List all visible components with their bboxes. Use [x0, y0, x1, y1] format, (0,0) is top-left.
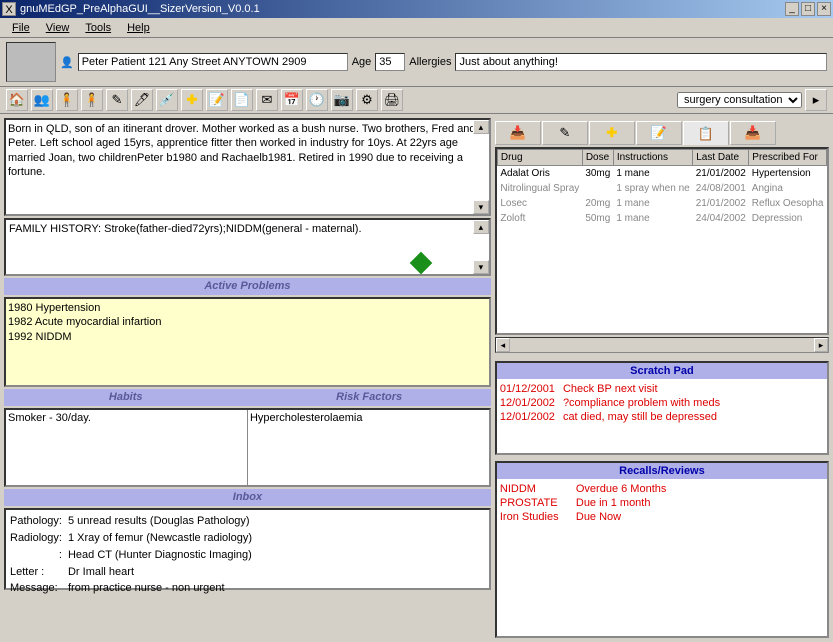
close-button[interactable]: × [817, 2, 831, 16]
letter-icon[interactable]: 📄 [231, 89, 253, 111]
menubar: File View Tools Help [0, 18, 833, 38]
patient-photo [6, 42, 56, 82]
active-problems-panel: 1980 Hypertension 1982 Acute myocardial … [4, 297, 491, 387]
tab-download-icon[interactable]: 📥 [730, 121, 776, 145]
table-row: Nitrolingual Spray1 spray when ne24/08/2… [497, 181, 826, 196]
pencil-icon[interactable]: 🖊 [131, 89, 153, 111]
age-label: Age [352, 56, 372, 68]
minimize-button[interactable]: _ [785, 2, 799, 16]
drug-table: Drug Dose Instructions Last Date Prescri… [495, 147, 829, 335]
list-item: PROSTATEDue in 1 month [500, 496, 675, 510]
menu-tools[interactable]: Tools [77, 20, 119, 36]
window-title: gnuMEdGP_PreAlphaGUI__SizerVersion_V0.0.… [20, 3, 260, 15]
dropdown-go-icon[interactable]: ▸ [805, 89, 827, 111]
table-row: Losec20mg1 mane21/01/2002Reflux Oesopha [497, 196, 826, 211]
person1-icon[interactable]: 🧍 [56, 89, 78, 111]
cross-icon[interactable]: ✚ [181, 89, 203, 111]
list-item: Iron StudiesDue Now [500, 510, 675, 524]
table-row: Zoloft50mg1 mane24/04/2002Depression [497, 211, 826, 226]
allergies-label: Allergies [409, 56, 451, 68]
age-input[interactable] [375, 53, 405, 71]
camera-icon[interactable]: 📷 [331, 89, 353, 111]
maximize-button[interactable]: □ [801, 2, 815, 16]
recall-header: Recalls/Reviews [497, 463, 827, 479]
summary-panel: Born in QLD, son of an itinerant drover.… [4, 118, 491, 216]
scroll-down-icon[interactable]: ▾ [473, 260, 489, 274]
inbox-panel: Pathology:5 unread results (Douglas Path… [4, 508, 491, 590]
scroll-down-icon[interactable]: ▾ [473, 200, 489, 214]
recall-panel: Recalls/Reviews NIDDMOverdue 6 Months PR… [495, 461, 829, 638]
habits-risk-panel: Smoker - 30/day. Hypercholesterolaemia [4, 408, 491, 487]
print-icon[interactable]: 🖨 [381, 89, 403, 111]
email-icon[interactable]: ✉ [256, 89, 278, 111]
gear-icon[interactable]: ⚙ [356, 89, 378, 111]
allergies-input[interactable] [455, 53, 827, 71]
family-history-panel: FAMILY HISTORY: Stroke(father-died72yrs)… [4, 218, 491, 276]
patient-icon: 👤 [60, 56, 74, 69]
toolbar: 🏠 👥 🧍 🧍 ✎ 🖊 💉 ✚ 📝 📄 ✉ 📅 🕐 📷 ⚙ 🖨 surgery … [0, 87, 833, 114]
patient-header: 👤 Age Allergies [0, 38, 833, 87]
scratch-header: Scratch Pad [497, 363, 827, 379]
menu-view[interactable]: View [38, 20, 78, 36]
calendar-icon[interactable]: 📅 [281, 89, 303, 111]
tab-note-icon[interactable]: 📝 [636, 121, 682, 145]
habits-header: Habits [4, 389, 247, 406]
risk-text: Hypercholesterolaemia [247, 410, 489, 485]
sys-menu-icon[interactable]: X [2, 2, 16, 16]
menu-file[interactable]: File [4, 20, 38, 36]
patients-icon[interactable]: 👥 [31, 89, 53, 111]
green-diamond-icon [410, 252, 433, 275]
clock-icon[interactable]: 🕐 [306, 89, 328, 111]
tab-edit-icon[interactable]: ✎ [542, 121, 588, 145]
active-problems-header: Active Problems [4, 278, 491, 295]
scroll-up-icon[interactable]: ▴ [473, 120, 489, 134]
tab-cross-icon[interactable]: ✚ [589, 121, 635, 145]
tab-inbox-icon[interactable]: 📥 [495, 121, 541, 145]
syringe-icon[interactable]: 💉 [156, 89, 178, 111]
habits-text: Smoker - 30/day. [6, 410, 247, 485]
tab-script-icon[interactable]: 📋 [683, 121, 729, 145]
person2-icon[interactable]: 🧍 [81, 89, 103, 111]
risk-header: Risk Factors [247, 389, 490, 406]
right-tabs: 📥 ✎ ✚ 📝 📋 📥 [495, 121, 829, 145]
list-item: 01/12/2001Check BP next visit [500, 382, 728, 396]
family-history-text: FAMILY HISTORY: Stroke(father-died72yrs)… [9, 223, 362, 235]
table-row: Adalat Oris30mg1 mane21/01/2002Hypertens… [497, 166, 826, 182]
context-select[interactable]: surgery consultation [677, 92, 802, 108]
menu-help[interactable]: Help [119, 20, 158, 36]
home-icon[interactable]: 🏠 [6, 89, 28, 111]
scratch-panel: Scratch Pad 01/12/2001Check BP next visi… [495, 361, 829, 455]
problem-row: 1982 Acute myocardial infartion [8, 315, 487, 329]
drug-scrollbar[interactable]: ◂▸ [495, 337, 829, 353]
note-icon[interactable]: 📝 [206, 89, 228, 111]
scroll-up-icon[interactable]: ▴ [473, 220, 489, 234]
list-item: 12/01/2002cat died, may still be depress… [500, 410, 728, 424]
patient-name-input[interactable] [78, 53, 348, 71]
titlebar: X gnuMEdGP_PreAlphaGUI__SizerVersion_V0.… [0, 0, 833, 18]
list-item: NIDDMOverdue 6 Months [500, 482, 675, 496]
edit-icon[interactable]: ✎ [106, 89, 128, 111]
problem-row: 1980 Hypertension [8, 301, 487, 315]
summary-text: Born in QLD, son of an itinerant drover.… [8, 123, 476, 178]
list-item: 12/01/2002?compliance problem with meds [500, 396, 728, 410]
inbox-header: Inbox [4, 489, 491, 506]
problem-row: 1992 NIDDM [8, 330, 487, 344]
